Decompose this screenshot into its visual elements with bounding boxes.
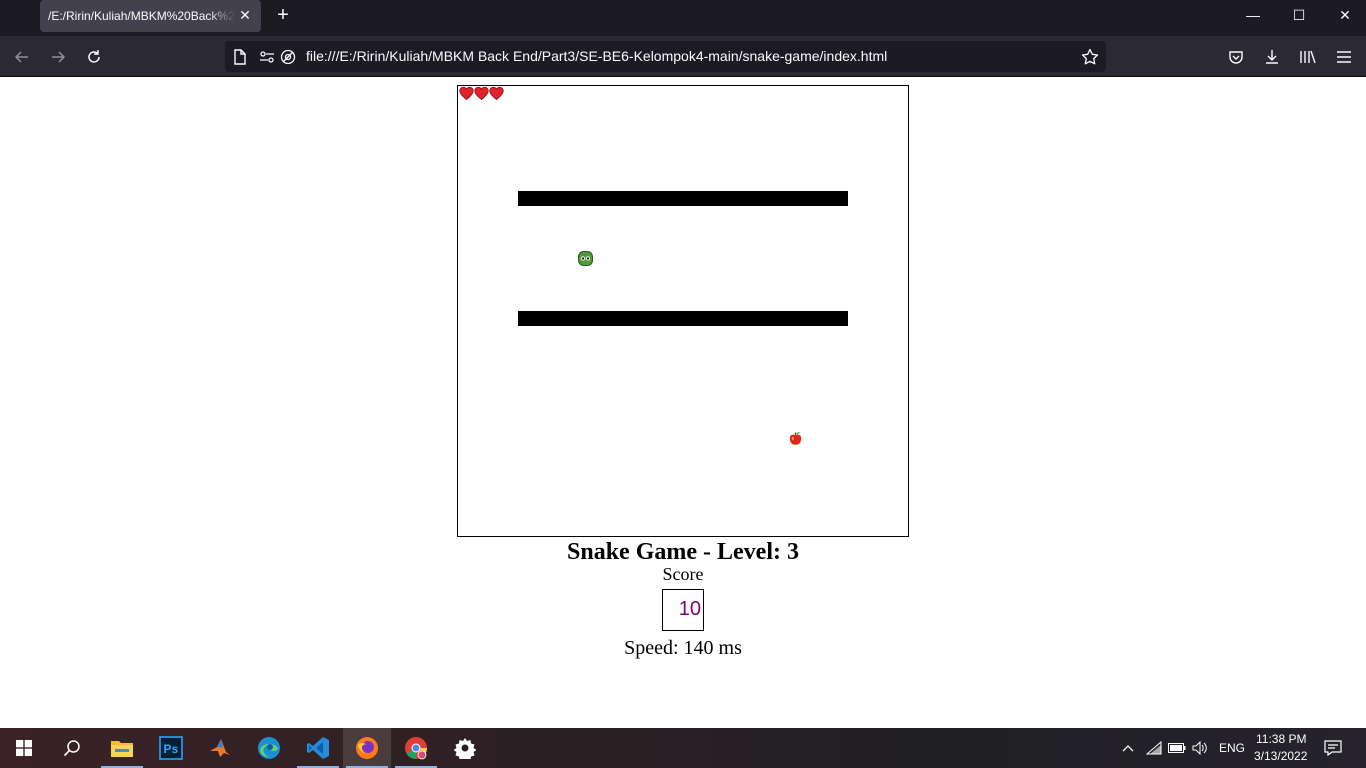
close-window-button[interactable]: ✕ [1322, 0, 1366, 30]
edge-icon [258, 737, 280, 759]
taskbar: Ps ENG 11:38 PM 3/13/2022 [0, 728, 1366, 768]
language-indicator[interactable]: ENG [1219, 741, 1245, 755]
forward-arrow-icon [52, 51, 66, 63]
minimize-button[interactable]: — [1230, 0, 1276, 30]
library-icon [1300, 50, 1316, 64]
url-bar[interactable]: file:///E:/Ririn/Kuliah/MBKM Back End/Pa… [225, 41, 1106, 72]
search-icon [63, 740, 80, 757]
search-button[interactable] [48, 728, 96, 768]
clock-time[interactable]: 11:38 PM [1256, 732, 1306, 746]
score-value: 10 [662, 589, 704, 631]
taskbar-matlab[interactable] [196, 728, 244, 768]
browser-tab[interactable]: /E:/Ririn/Kuliah/MBKM%20Back%20End/Part3… [40, 0, 261, 32]
reload-icon [88, 50, 100, 63]
reload-button[interactable] [81, 44, 107, 70]
menu-button[interactable] [1331, 44, 1357, 70]
forward-button[interactable] [45, 44, 71, 70]
vscode-icon [307, 737, 329, 759]
close-tab-icon[interactable]: ✕ [237, 7, 253, 23]
url-text: file:///E:/Ririn/Kuliah/MBKM Back End/Pa… [306, 48, 888, 64]
action-center-button[interactable] [1318, 728, 1348, 768]
firefox-icon [356, 737, 378, 759]
heart-icon [489, 86, 504, 101]
page-icon [231, 48, 249, 66]
network-button[interactable] [1142, 728, 1166, 768]
settings-icon [454, 738, 476, 759]
library-button[interactable] [1295, 44, 1321, 70]
new-tab-button[interactable]: + [272, 4, 294, 26]
back-arrow-icon [14, 51, 28, 63]
tab-strip: /E:/Ririn/Kuliah/MBKM%20Back%20End/Part3… [0, 0, 1366, 36]
tab-title: /E:/Ririn/Kuliah/MBKM%20Back%20End/Part3… [48, 9, 236, 23]
game-title: Snake Game - Level: 3 [567, 539, 799, 565]
heart-icon [459, 86, 474, 101]
speed-text: Speed: 140 ms [624, 637, 742, 659]
start-button[interactable] [0, 728, 48, 768]
menu-icon [1337, 51, 1351, 63]
apple-food [788, 431, 803, 446]
pocket-icon [1229, 51, 1243, 64]
chevron-up-icon [1122, 745, 1134, 752]
back-button[interactable] [9, 44, 35, 70]
nav-bar: file:///E:/Ririn/Kuliah/MBKM Back End/Pa… [0, 36, 1366, 77]
matlab-icon [210, 739, 230, 757]
file-explorer-icon [111, 741, 133, 757]
taskbar-file-explorer[interactable] [98, 728, 146, 768]
lives-indicator [459, 86, 504, 101]
pocket-button[interactable] [1223, 44, 1249, 70]
volume-icon [1192, 741, 1207, 755]
taskbar-edge[interactable] [245, 728, 293, 768]
wall-bottom [518, 311, 848, 326]
wifi-icon [1146, 741, 1162, 755]
maximize-button[interactable]: ☐ [1276, 0, 1322, 30]
photoshop-icon: Ps [159, 736, 183, 760]
notification-icon [1324, 740, 1342, 756]
wall-top [518, 191, 848, 206]
clock-date[interactable]: 3/13/2022 [1254, 749, 1307, 763]
game-board[interactable] [457, 85, 909, 537]
taskbar-settings[interactable] [441, 728, 489, 768]
photoshop-label: Ps [164, 742, 179, 756]
snake-head [578, 251, 593, 266]
battery-icon [1168, 743, 1186, 753]
show-hidden-icons-button[interactable] [1116, 728, 1140, 768]
taskbar-photoshop[interactable]: Ps [147, 728, 195, 768]
tracking-protection-icon[interactable] [279, 48, 297, 66]
taskbar-vscode[interactable] [294, 728, 342, 768]
battery-button[interactable] [1165, 728, 1189, 768]
bookmark-star-icon[interactable] [1081, 48, 1099, 66]
heart-icon [474, 86, 489, 101]
downloads-button[interactable] [1259, 44, 1285, 70]
permissions-icon[interactable] [258, 48, 276, 66]
taskbar-chrome[interactable] [392, 728, 440, 768]
download-icon [1266, 50, 1278, 64]
volume-button[interactable] [1188, 728, 1212, 768]
score-label: Score [662, 564, 704, 584]
chrome-icon [405, 737, 427, 760]
windows-start-icon [16, 740, 32, 756]
taskbar-firefox[interactable] [343, 728, 391, 768]
